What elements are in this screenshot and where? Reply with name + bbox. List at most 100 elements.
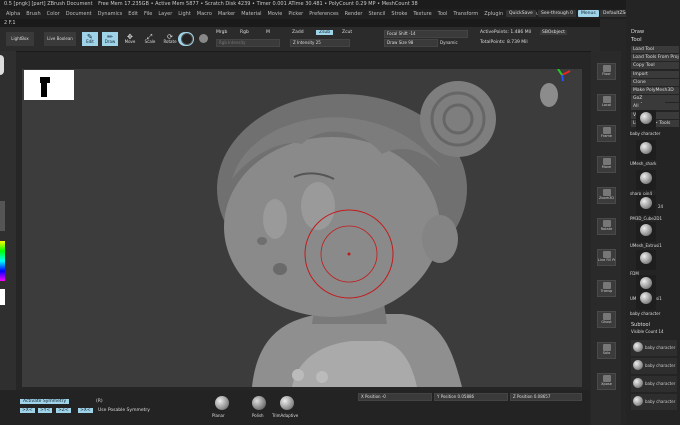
menu-item-marker[interactable]: Marker — [218, 9, 235, 19]
x-sym-button-2[interactable]: >X< — [78, 408, 93, 413]
tray-button-goz[interactable]: GoZ — [631, 95, 679, 103]
draw-button[interactable]: ✏ Draw — [102, 32, 118, 46]
menu-item-edit[interactable]: Edit — [128, 9, 138, 19]
focal-shift-slider[interactable]: Focal Shift -14 — [384, 30, 468, 38]
tray-button-clone[interactable]: Clone — [631, 78, 679, 86]
zadd-toggle[interactable]: Zadd — [292, 30, 304, 35]
menu-item-render[interactable]: Render — [345, 9, 363, 19]
zsub-toggle[interactable]: Zsub — [316, 30, 334, 35]
rotate-icon: ⟳ — [167, 33, 173, 41]
shelf-button-solo[interactable]: Solo — [597, 342, 616, 359]
shelf-button-floor[interactable]: Floor — [597, 63, 616, 80]
menu-item-layer[interactable]: Layer — [158, 9, 172, 19]
y-symmetry-button[interactable]: >Y< — [38, 408, 53, 413]
navigator-thumbnail[interactable] — [24, 70, 74, 100]
tray-button-load-tools-from-proje[interactable]: Load Tools From Proje — [631, 54, 679, 62]
texture-thumb[interactable] — [0, 201, 5, 231]
subtool-list-item[interactable]: baby character — [631, 340, 677, 356]
tool-thumbnail[interactable] — [636, 170, 656, 190]
edit-button[interactable]: ✎ Edit — [82, 32, 98, 46]
menu-item-light[interactable]: Light — [178, 9, 190, 19]
menu-item-material[interactable]: Material — [241, 9, 261, 19]
shelf-zoom3d-icon — [602, 189, 611, 196]
tray-button-import[interactable]: Import — [631, 70, 679, 78]
zcut-toggle[interactable]: Zcut — [342, 30, 352, 35]
dynamic-toggle[interactable]: Dynamic — [440, 40, 458, 45]
x-position-slider[interactable]: X Position -0 — [358, 393, 432, 401]
sbobject-button[interactable]: SBOsbject — [540, 30, 567, 35]
planar-brush-icon[interactable] — [215, 396, 229, 410]
tool-thumbnail[interactable] — [636, 110, 656, 130]
menu-item-file[interactable]: File — [144, 9, 152, 19]
menu-item-texture[interactable]: Texture — [413, 9, 431, 19]
quicksave-button[interactable]: QuickSave — [506, 10, 536, 17]
rgb-intensity-slider[interactable]: Rgb Intensity — [216, 39, 280, 47]
menu-item-color[interactable]: Color — [47, 9, 60, 19]
menus-button[interactable]: Menus — [578, 10, 599, 17]
orientation-head-gizmo[interactable] — [540, 83, 558, 107]
menu-item-alpha[interactable]: Alpha — [6, 9, 20, 19]
shelf-button-ghost[interactable]: Ghost — [597, 311, 616, 328]
tool-thumbnail[interactable] — [636, 290, 656, 310]
menu-item-zplugin[interactable]: Zplugin — [484, 9, 503, 19]
shelf-button-zoom3d[interactable]: Zoom3D — [597, 187, 616, 204]
color-swatch-button[interactable] — [198, 32, 210, 46]
subtool-list-item[interactable]: baby character — [631, 358, 677, 374]
shelf-button-transp[interactable]: Transp — [597, 280, 616, 297]
live-boolean-button[interactable]: Live Boolean — [44, 32, 76, 46]
use-posable-symmetry-toggle[interactable]: Use Posable Symmetry — [98, 408, 150, 413]
menu-item-tool[interactable]: Tool — [438, 9, 448, 19]
draw-palette-header[interactable]: Draw — [631, 29, 644, 35]
activate-symmetry-button[interactable]: Activate Symmetry — [20, 399, 70, 404]
main-color-swatch[interactable] — [0, 289, 5, 305]
rotate-button[interactable]: ⟳ Rotate — [162, 32, 178, 46]
tray-button-load-tool[interactable]: Load Tool — [631, 46, 679, 53]
material-sphere-button[interactable] — [178, 32, 194, 46]
seethrough-slider[interactable]: See-through 0 — [538, 10, 576, 17]
y-position-slider[interactable]: Y Position 0.05886 — [434, 393, 508, 401]
z-position-slider[interactable]: Z Position 0.08657 — [510, 393, 582, 401]
brush-thumb-icon[interactable] — [0, 55, 4, 75]
tool-thumbnail[interactable] — [636, 195, 656, 215]
r-radial-label[interactable]: (R) — [96, 399, 103, 404]
subtool-list-item[interactable]: baby character — [631, 376, 677, 392]
menu-item-stroke[interactable]: Stroke — [391, 9, 407, 19]
scale-button[interactable]: ⤢ Scale — [142, 32, 158, 46]
shelf-button-xpose[interactable]: Xpose — [597, 373, 616, 390]
x-symmetry-button[interactable]: >X< — [20, 408, 35, 413]
rgb-toggle[interactable]: Rgb — [240, 30, 249, 35]
move-button[interactable]: ✥ Move — [122, 32, 138, 46]
menu-item-dynamics[interactable]: Dynamics — [98, 9, 123, 19]
menu-item-picker[interactable]: Picker — [288, 9, 303, 19]
tool-thumbnail[interactable] — [636, 250, 656, 270]
shelf-button-frame[interactable]: Frame — [597, 125, 616, 142]
menu-item-macro[interactable]: Macro — [197, 9, 212, 19]
polish-brush-icon[interactable] — [252, 396, 266, 410]
subtool-header[interactable]: Subtool — [631, 322, 650, 328]
menu-item-transform[interactable]: Transform — [453, 9, 478, 19]
menu-item-brush[interactable]: Brush — [26, 9, 40, 19]
viewport-canvas[interactable] — [22, 68, 582, 387]
shelf-button-move[interactable]: Move — [597, 156, 616, 173]
tool-thumbnail[interactable] — [636, 222, 656, 242]
menu-item-document[interactable]: Document — [66, 9, 92, 19]
menu-item-preferences[interactable]: Preferences — [309, 9, 338, 19]
lightbox-button[interactable]: LightBox — [6, 32, 34, 46]
subtool-list-item[interactable]: baby character — [631, 394, 677, 410]
shelf-button-local[interactable]: Local — [597, 94, 616, 111]
z-intensity-slider[interactable]: Z Intensity 25 — [290, 39, 350, 47]
tray-button-copy-tool[interactable]: Copy Tool — [631, 62, 679, 70]
m-toggle[interactable]: M — [266, 30, 270, 35]
trimadaptive-brush-icon[interactable] — [280, 396, 294, 410]
draw-size-slider[interactable]: Draw Size 98 — [384, 39, 438, 47]
shelf-button-rotate[interactable]: Rotate — [597, 218, 616, 235]
color-picker-gradient[interactable] — [0, 241, 5, 281]
menu-item-stencil[interactable]: Stencil — [368, 9, 385, 19]
tool-palette-header[interactable]: Tool — [631, 37, 642, 43]
z-symmetry-button[interactable]: >Z< — [56, 408, 71, 413]
mrgb-toggle[interactable]: Mrgb — [216, 30, 227, 35]
tool-thumbnail[interactable] — [636, 140, 656, 160]
tray-button-make-polymesh3d[interactable]: Make PolyMesh3D — [631, 87, 679, 94]
menu-item-movie[interactable]: Movie — [268, 9, 283, 19]
shelf-button-line-fill-polyf[interactable]: Line Fill PolyF — [597, 249, 616, 266]
